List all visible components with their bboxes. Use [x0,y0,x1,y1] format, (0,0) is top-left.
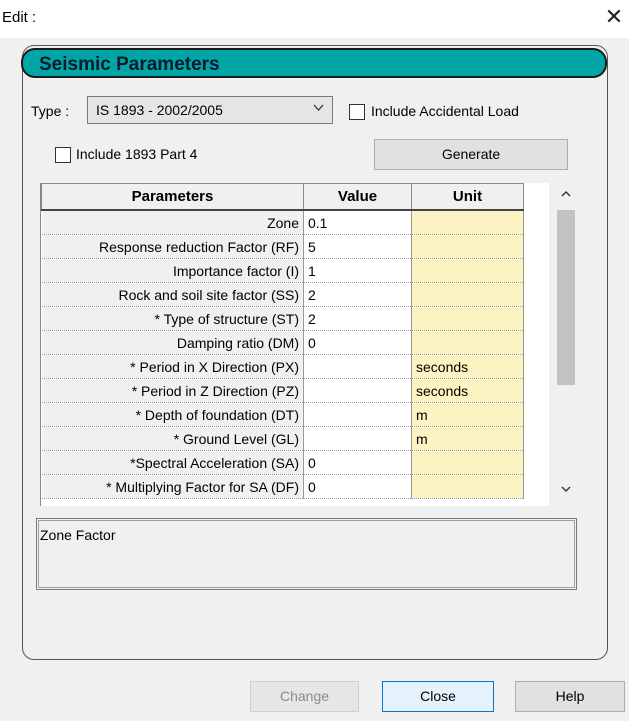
param-name: *Spectral Acceleration (SA) [41,450,304,475]
type-dropdown[interactable]: IS 1893 - 2002/2005 [87,96,333,124]
param-unit [411,258,524,283]
param-unit [411,450,524,475]
title-bar: Edit : ✕ [0,0,629,38]
param-value-cell[interactable] [303,354,412,379]
table-row: * Depth of foundation (DT) m [41,402,524,427]
table-header-row: Parameters Value Unit [41,183,524,211]
change-button[interactable]: Change [250,681,359,712]
chevron-up-icon[interactable] [560,187,572,203]
parameters-table: Parameters Value Unit Zone 0.1 Response … [41,183,524,499]
window-title: Edit : [2,9,37,26]
param-unit [411,282,524,307]
parameters-grid: Parameters Value Unit Zone 0.1 Response … [40,183,549,506]
param-name: Importance factor (I) [41,258,304,283]
param-value-cell[interactable]: 2 [303,282,412,307]
param-value-cell[interactable] [303,378,412,403]
param-unit [411,210,524,235]
column-header-value[interactable]: Value [303,183,412,211]
param-unit [411,474,524,499]
table-row: Response reduction Factor (RF) 5 [41,234,524,259]
param-value-cell[interactable] [303,402,412,427]
column-header-unit[interactable]: Unit [411,183,524,211]
param-name: * Period in X Direction (PX) [41,354,304,379]
param-name: * Multiplying Factor for SA (DF) [41,474,304,499]
table-row: * Ground Level (GL) m [41,426,524,451]
include-accidental-load-checkbox[interactable] [349,104,365,120]
table-row: Rock and soil site factor (SS) 2 [41,282,524,307]
param-value-cell[interactable] [303,426,412,451]
column-header-parameters[interactable]: Parameters [41,183,304,211]
table-row: Importance factor (I) 1 [41,258,524,283]
type-dropdown-value: IS 1893 - 2002/2005 [96,102,223,118]
param-unit: seconds [411,354,524,379]
section-header: Seismic Parameters [21,48,607,78]
include-1893-part4-checkbox[interactable] [55,147,71,163]
param-unit [411,234,524,259]
param-unit: seconds [411,378,524,403]
param-unit: m [411,426,524,451]
help-button[interactable]: Help [515,681,625,712]
include-accidental-load-label: Include Accidental Load [371,103,519,119]
param-value-cell[interactable]: 5 [303,234,412,259]
table-row: * Period in X Direction (PX) seconds [41,354,524,379]
param-value-cell[interactable]: 0 [303,330,412,355]
include-1893-part4-label: Include 1893 Part 4 [76,146,198,162]
table-row: * Period in Z Direction (PZ) seconds [41,378,524,403]
param-name: * Ground Level (GL) [41,426,304,451]
param-unit [411,330,524,355]
param-value-cell[interactable]: 0 [303,474,412,499]
description-inner [38,520,575,588]
param-unit: m [411,402,524,427]
param-name: Response reduction Factor (RF) [41,234,304,259]
param-value-cell[interactable]: 0.1 [303,210,412,235]
generate-button[interactable]: Generate [374,139,568,170]
close-icon[interactable]: ✕ [603,6,625,28]
table-row: * Multiplying Factor for SA (DF) 0 [41,474,524,499]
param-name: Damping ratio (DM) [41,330,304,355]
table-row: Zone 0.1 [41,210,524,235]
description-box: Zone Factor [36,518,577,590]
table-row: * Type of structure (ST) 2 [41,306,524,331]
chevron-down-icon[interactable] [560,482,572,498]
param-unit [411,306,524,331]
table-row: *Spectral Acceleration (SA) 0 [41,450,524,475]
description-text: Zone Factor [40,527,116,543]
close-button[interactable]: Close [382,681,494,712]
param-value-cell[interactable]: 1 [303,258,412,283]
type-label: Type : [31,103,70,119]
param-value-cell[interactable]: 0 [303,450,412,475]
table-row: Damping ratio (DM) 0 [41,330,524,355]
param-value-cell[interactable]: 2 [303,306,412,331]
param-name: * Depth of foundation (DT) [41,402,304,427]
param-name: Zone [41,210,304,235]
scrollbar-thumb[interactable] [557,210,575,385]
param-name: Rock and soil site factor (SS) [41,282,304,307]
chevron-down-icon[interactable] [312,101,325,117]
param-name: * Period in Z Direction (PZ) [41,378,304,403]
param-name: * Type of structure (ST) [41,306,304,331]
section-title: Seismic Parameters [39,54,220,75]
grid-scrollbar[interactable] [555,183,577,506]
